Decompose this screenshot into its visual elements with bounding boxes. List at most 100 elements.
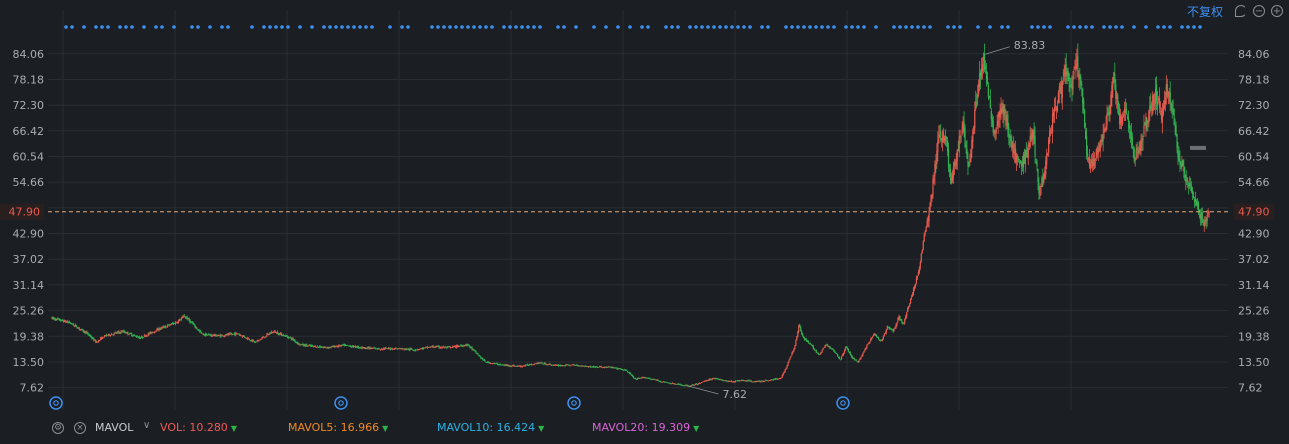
- event-dot-icon: [64, 25, 68, 29]
- event-dot-icon: [1030, 25, 1034, 29]
- event-dot-icon: [454, 25, 458, 29]
- close-icon[interactable]: ×: [74, 422, 86, 434]
- candle-body: [1156, 102, 1159, 106]
- candle-body: [866, 345, 868, 349]
- candle-body: [256, 340, 258, 342]
- candle-body: [812, 345, 814, 349]
- candle-body: [859, 358, 861, 360]
- candle-body: [915, 278, 918, 284]
- candle-body: [839, 359, 842, 361]
- candle-body: [989, 99, 991, 108]
- candle-body: [1121, 116, 1124, 125]
- event-dot-icon: [220, 25, 224, 29]
- candle-body: [782, 373, 784, 376]
- zoom-in-icon[interactable]: +: [1271, 5, 1283, 17]
- event-dot-icon: [370, 25, 374, 29]
- event-dot-icon: [976, 25, 980, 29]
- candle-body: [717, 378, 719, 380]
- event-dot-icon: [364, 25, 368, 29]
- candle-body: [268, 334, 270, 336]
- candle-body: [467, 343, 469, 345]
- event-marker-core: [571, 400, 577, 406]
- candle-body: [785, 367, 787, 370]
- candle-body: [438, 345, 440, 348]
- event-dot-icon: [280, 25, 284, 29]
- candle-body: [146, 335, 148, 337]
- candle-body: [909, 298, 912, 304]
- candle-body: [925, 226, 927, 232]
- candle-body: [1158, 98, 1161, 108]
- event-dot-icon: [274, 25, 278, 29]
- candle-body: [824, 345, 826, 348]
- candle-body: [861, 355, 863, 357]
- candle-body: [794, 345, 796, 350]
- candle-body: [252, 339, 254, 341]
- gear-icon[interactable]: ⚙: [52, 422, 64, 434]
- candle-body: [834, 351, 836, 353]
- candle-body: [1077, 55, 1079, 77]
- candle-body: [789, 357, 791, 360]
- candlestick-chart[interactable]: 84.06 84.06 78.18 78.18 72.30 72.30 66.42 66.42…: [0, 0, 1289, 440]
- candle-body: [900, 319, 902, 321]
- candle-body: [1106, 113, 1108, 126]
- event-dot-icon: [124, 25, 128, 29]
- candle-body: [910, 296, 913, 298]
- candle-body: [1141, 142, 1143, 143]
- event-dot-icon: [1006, 25, 1010, 29]
- event-dot-icon: [442, 25, 446, 29]
- event-dot-icon: [520, 25, 524, 29]
- candle-body: [890, 328, 892, 330]
- candle-body: [906, 312, 908, 318]
- candle-body: [813, 348, 815, 350]
- candle-body: [1036, 161, 1038, 167]
- min-price-label: 7.62: [722, 388, 747, 401]
- candle-body: [124, 331, 126, 333]
- event-dot-icon: [670, 25, 674, 29]
- event-dot-icon: [898, 25, 902, 29]
- candle-body: [1089, 162, 1092, 170]
- reset-icon[interactable]: [1235, 5, 1247, 17]
- candle-body: [121, 331, 123, 333]
- candle-body: [837, 354, 839, 357]
- indicator-name[interactable]: MAVOL: [95, 421, 133, 434]
- event-dot-icon: [460, 25, 464, 29]
- y-tick-right-label: 25.26: [1238, 305, 1270, 318]
- candle-body: [564, 365, 567, 367]
- candle-body: [660, 381, 662, 382]
- candle-body: [109, 335, 111, 337]
- candle-body: [896, 322, 898, 325]
- candle-body: [477, 353, 479, 355]
- candle-body: [1112, 77, 1114, 87]
- event-dot-icon: [538, 25, 542, 29]
- chevron-down-icon[interactable]: ∨: [143, 420, 150, 431]
- candle-body: [632, 376, 635, 378]
- event-dot-icon: [736, 25, 740, 29]
- candle-body: [922, 241, 924, 250]
- candle-body: [626, 370, 628, 371]
- vol-value: VOL: 10.280 ▼: [160, 421, 237, 434]
- candle-body: [1159, 107, 1162, 109]
- stock-chart[interactable]: 84.06 84.06 78.18 78.18 72.30 72.30 66.42 66.42…: [0, 0, 1289, 440]
- event-dot-icon: [790, 25, 794, 29]
- event-dot-icon: [1072, 25, 1076, 29]
- candle-body: [832, 348, 834, 350]
- adjust-mode-button[interactable]: 不复权: [1187, 3, 1223, 20]
- candle-body: [1131, 136, 1133, 146]
- event-dot-icon: [574, 25, 578, 29]
- candle-body: [829, 346, 831, 349]
- event-dot-icon: [628, 25, 632, 29]
- candle-body: [1184, 169, 1186, 179]
- candle-body: [128, 334, 130, 336]
- candle-body: [786, 365, 788, 368]
- candle-body: [858, 360, 860, 363]
- event-dot-icon: [1048, 25, 1052, 29]
- event-dot-icon: [478, 25, 482, 29]
- event-marker-icon: [334, 396, 348, 410]
- y-tick-right-label: 66.42: [1238, 125, 1270, 138]
- zoom-out-icon[interactable]: −: [1253, 5, 1265, 17]
- candle-body: [1135, 149, 1137, 160]
- candle-body: [967, 160, 969, 167]
- candle-body: [899, 316, 901, 320]
- candle-body: [886, 326, 888, 330]
- candle-body: [1056, 105, 1059, 111]
